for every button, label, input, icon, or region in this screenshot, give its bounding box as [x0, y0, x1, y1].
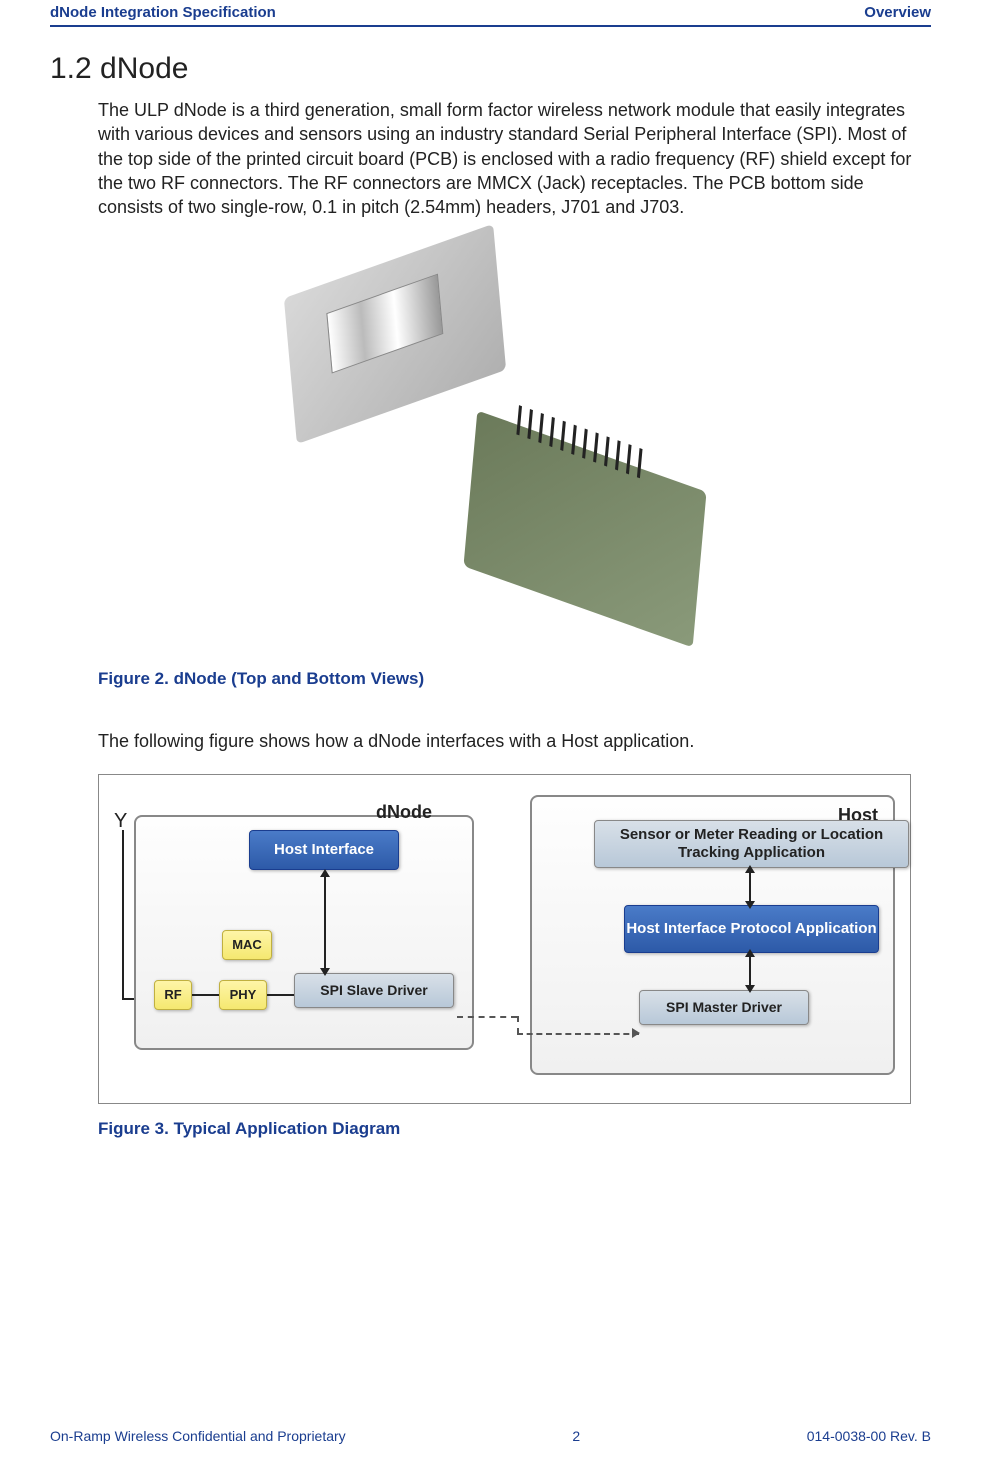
- dashed-arrow: [632, 1028, 640, 1038]
- figure-2-image: [290, 239, 700, 639]
- sensor-app-box: Sensor or Meter Reading or Location Trac…: [594, 820, 909, 868]
- conn-phy-mac: [267, 994, 294, 996]
- section-heading: 1.2 dNode: [50, 52, 931, 86]
- arrow-protocol-spi: [749, 955, 751, 987]
- conn-rf-phy: [192, 994, 219, 996]
- pcb-top-view: [284, 224, 506, 444]
- footer-page-number: 2: [572, 1428, 580, 1444]
- host-interface-box: Host Interface: [249, 830, 399, 870]
- figure-3-caption: Figure 3. Typical Application Diagram: [98, 1119, 931, 1139]
- antenna-line: [122, 830, 124, 1000]
- transition-text: The following figure shows how a dNode i…: [98, 729, 931, 753]
- header-doc-title: dNode Integration Specification: [50, 4, 276, 21]
- host-protocol-box: Host Interface Protocol Application: [624, 905, 879, 953]
- header-section: Overview: [864, 4, 931, 21]
- arrow-sensor-protocol: [749, 871, 751, 903]
- dashed-conn-2: [517, 1016, 519, 1034]
- dashed-conn-1: [457, 1016, 517, 1018]
- phy-box: PHY: [219, 980, 267, 1010]
- footer-doc-number: 014-0038-00 Rev. B: [807, 1428, 931, 1444]
- page-footer: On-Ramp Wireless Confidential and Propri…: [50, 1428, 931, 1444]
- arrow-hi-spi: [324, 875, 326, 970]
- antenna-icon: Y: [114, 810, 127, 833]
- section-body: The ULP dNode is a third generation, sma…: [98, 98, 931, 219]
- dnode-label: dNode: [376, 802, 432, 823]
- spi-slave-box: SPI Slave Driver: [294, 973, 454, 1008]
- rf-box: RF: [154, 980, 192, 1010]
- pcb-bottom-view: [463, 411, 706, 648]
- page-header: dNode Integration Specification Overview: [50, 0, 931, 27]
- figure-2-caption: Figure 2. dNode (Top and Bottom Views): [98, 669, 931, 689]
- mac-box: MAC: [222, 930, 272, 960]
- figure-3-diagram: Y dNode Host Host Interface MAC RF PHY S…: [98, 774, 911, 1104]
- footer-confidential: On-Ramp Wireless Confidential and Propri…: [50, 1428, 346, 1444]
- spi-master-box: SPI Master Driver: [639, 990, 809, 1025]
- dashed-conn-3: [517, 1033, 639, 1035]
